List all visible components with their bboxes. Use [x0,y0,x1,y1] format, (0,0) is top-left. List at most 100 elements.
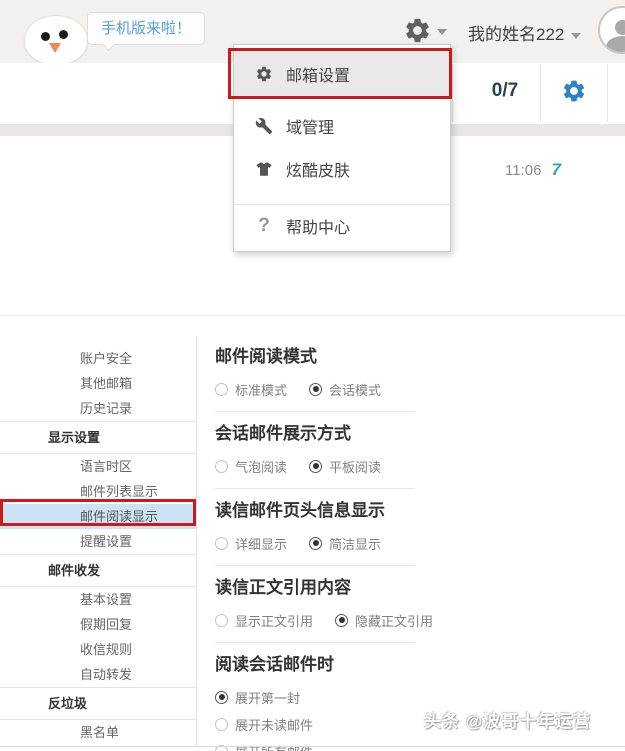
radio-icon[interactable] [215,536,228,550]
list-settings-button[interactable] [561,78,587,109]
radio-selected-icon[interactable] [215,690,228,704]
avatar-silhouette-body [606,36,625,52]
settings-sidebar: 账户安全 其他邮箱 历史记录 显示设置 语言时区 邮件列表显示 邮件阅读显示 提… [0,346,196,745]
gear-icon [561,78,587,104]
username: 我的姓名222 [468,25,565,44]
radio-option-concise-display[interactable]: 简洁显示 [309,534,381,553]
avatar-silhouette-head [615,20,625,35]
menu-item-label: 炫酷皮肤 [286,163,351,180]
chevron-down-icon [571,32,582,39]
section-divider [0,315,625,316]
toolbar-divider [607,64,608,122]
mascot-head [24,15,88,65]
sidebar-item-basic-settings[interactable]: 基本设置 [0,587,196,612]
bubble-tail [102,38,115,51]
user-avatar[interactable] [598,6,625,54]
mascot-eye [41,32,50,41]
radio-label: 简洁显示 [329,536,382,552]
radio-label: 气泡阅读 [235,459,288,475]
mail-time-row: 11:06 7 [505,160,561,180]
mascot-eye [59,30,68,39]
section-title-header-info: 读信邮件页头信息显示 [215,501,385,520]
sidebar-header-display-settings: 显示设置 [0,421,196,454]
radio-label: 标准模式 [235,382,288,398]
radio-option-detailed-display[interactable]: 详细显示 [215,534,287,553]
sidebar-item-label: 账户安全 [80,351,133,366]
radio-icon[interactable] [215,613,228,627]
menu-item-mail-settings[interactable]: 邮箱设置 [234,51,450,97]
radio-selected-icon[interactable] [335,613,349,627]
sidebar-item-reminder-settings[interactable]: 提醒设置 [0,529,196,554]
menu-item-domain-management[interactable]: 域管理 [234,109,450,143]
timestamp: 11:06 [505,162,542,179]
radio-option-show-quote[interactable]: 显示正文引用 [215,611,313,630]
chevron-down-icon [437,29,447,35]
sidebar-item-account-security[interactable]: 账户安全 [0,346,196,371]
radio-option-flat-reading[interactable]: 平板阅读 [309,457,381,476]
wrench-icon [255,117,273,135]
unread-count-badge: 7 [551,160,561,179]
radio-option-expand-first[interactable]: 展开第一封 [215,688,461,706]
tshirt-icon [255,160,273,178]
sidebar-item-label: 其他邮箱 [80,376,133,391]
gear-icon [255,65,273,83]
section-divider [215,642,415,643]
sidebar-item-label: 历史记录 [80,401,133,416]
sidebar-item-vacation-reply[interactable]: 假期回复 [0,612,196,637]
radio-label: 隐藏正文引用 [355,613,434,629]
sidebar-item-label: 语言时区 [80,459,133,474]
sidebar-item-label: 提醒设置 [80,534,133,549]
radio-icon[interactable] [215,382,228,396]
menu-item-label: 帮助中心 [286,220,351,237]
section-title-conversation-display: 会话邮件展示方式 [215,424,351,443]
radio-icon[interactable] [215,717,228,731]
radio-label: 会话模式 [329,382,382,398]
section-title-quote-content: 读信正文引用内容 [215,578,351,597]
radio-icon[interactable] [215,459,228,473]
sidebar-item-mail-reading-display[interactable]: 邮件阅读显示 [0,504,196,529]
sidebar-item-auto-forward[interactable]: 自动转发 [0,662,196,687]
radio-label: 显示正文引用 [235,613,314,629]
radio-option-standard-mode[interactable]: 标准模式 [215,380,287,399]
mobile-version-bubble[interactable]: 手机版来啦！ [87,12,206,51]
radio-option-conversation-mode[interactable]: 会话模式 [309,380,381,399]
toolbar-divider [452,64,453,122]
bottom-border-line [0,746,625,747]
menu-item-cool-skins[interactable]: 炫酷皮肤 [234,152,450,186]
sidebar-item-label: 收信规则 [80,642,133,657]
section-divider [215,565,415,566]
menu-divider [234,204,450,205]
radio-selected-icon[interactable] [309,382,323,396]
radio-selected-icon[interactable] [309,536,323,550]
sidebar-header-anti-spam: 反垃圾 [0,687,196,720]
gear-icon [403,16,432,45]
webmail-settings-page: 手机版来啦！ 我的姓名222 0/7 11:06 7 邮箱设置 域管理 炫酷皮肤… [0,0,625,751]
sidebar-header-send-receive: 邮件收发 [0,554,196,587]
radio-selected-icon[interactable] [309,459,323,473]
mascot-bird-logo [24,13,90,65]
sidebar-item-history[interactable]: 历史记录 [0,396,196,421]
sidebar-item-receiving-rules[interactable]: 收信规则 [0,637,196,662]
radio-group-header-info: 详细显示 简洁显示 [215,534,461,552]
question-icon: ? [258,215,270,236]
sidebar-item-label: 自动转发 [80,667,133,682]
menu-item-help-center[interactable]: ? 帮助中心 [234,209,450,243]
section-title-reading-mode: 邮件阅读模式 [215,347,317,366]
section-divider [215,488,415,489]
sidebar-item-label: 假期回复 [80,617,133,632]
radio-option-hide-quote[interactable]: 隐藏正文引用 [335,611,433,630]
sidebar-item-other-mailboxes[interactable]: 其他邮箱 [0,371,196,396]
user-account-menu[interactable]: 我的姓名222 [468,20,582,45]
bubble-text: 手机版来啦！ [101,20,192,37]
sidebar-item-blacklist[interactable]: 黑名单 [0,720,196,745]
section-divider [215,411,415,412]
radio-option-bubble-reading[interactable]: 气泡阅读 [215,457,287,476]
sidebar-item-mail-list-display[interactable]: 邮件列表显示 [0,479,196,504]
sidebar-item-language-timezone[interactable]: 语言时区 [0,454,196,479]
radio-group-reading-mode: 标准模式 会话模式 [215,380,461,398]
radio-label: 展开未读邮件 [235,717,314,733]
radio-label: 详细显示 [235,536,288,552]
watermark-text: 头条 @波哥十年运营 [424,712,592,731]
mascot-beak [49,43,61,53]
sidebar-item-label: 黑名单 [80,725,120,740]
